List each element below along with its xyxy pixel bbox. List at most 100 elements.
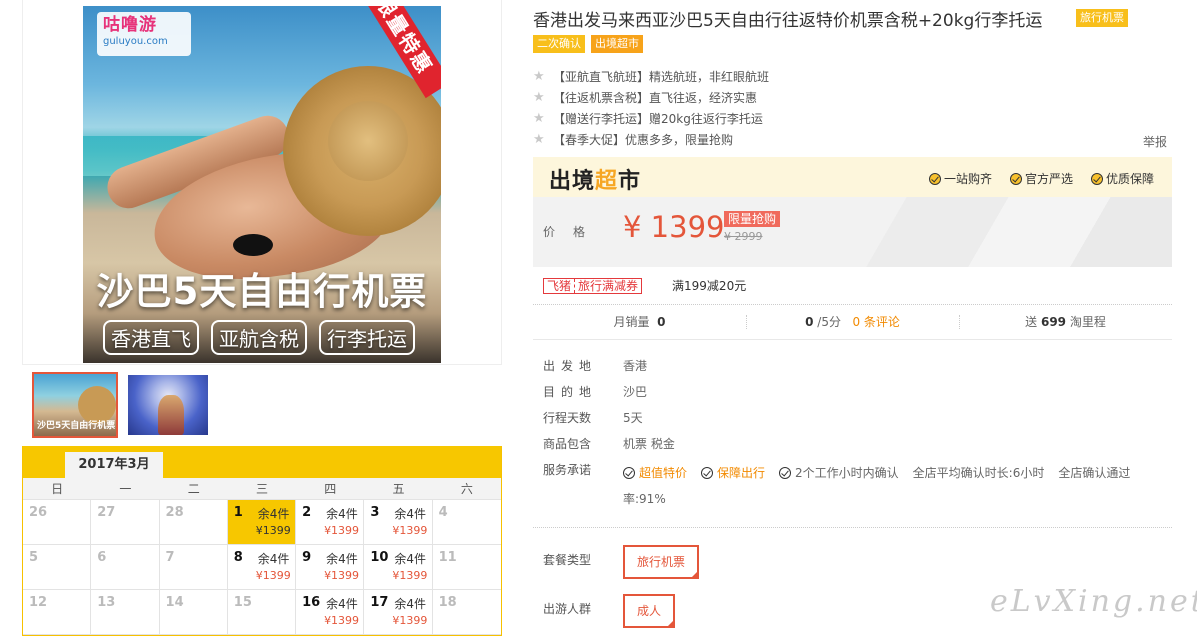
- category-badge: 旅行机票: [1076, 9, 1128, 27]
- day-stock: 余4件: [326, 597, 358, 611]
- star-icon: ★: [533, 69, 545, 84]
- day-stock: 余4件: [394, 507, 426, 521]
- feature-text: 【赠送行李托运】赠20kg往返行李托运: [553, 112, 763, 126]
- thumb-person: [158, 395, 184, 435]
- report-link[interactable]: 举报: [1143, 133, 1167, 150]
- calendar-day: 13: [91, 590, 160, 635]
- original-price: ¥ 2999: [724, 230, 763, 243]
- price-calendar: 2017年3月 日 一 二 三 四 五 六 26 27 28 1 余4件 ¥1399 2 余4…: [22, 446, 502, 636]
- day-price: ¥1399: [324, 524, 360, 537]
- service-text: 全店确认通过: [1058, 466, 1131, 480]
- calendar-day: 28: [159, 500, 228, 545]
- current-price: ¥ 1399: [623, 210, 725, 244]
- divider: [533, 527, 1172, 528]
- day-number: 27: [97, 505, 116, 520]
- calendar-day[interactable]: 17 余4件 ¥1399: [364, 590, 433, 635]
- selected-check-icon: ✓: [667, 608, 673, 616]
- product-title: 香港出发马来西亚沙巴5天自由行往返特价机票含税+20kg行李托运: [533, 11, 1043, 31]
- calendar-day[interactable]: 16 余4件 ¥1399: [296, 590, 365, 635]
- assurance-text: 优质保障: [1105, 172, 1154, 186]
- day-number: 16: [302, 595, 321, 610]
- calendar-day[interactable]: 2 余4件 ¥1399: [296, 500, 365, 545]
- calendar-day[interactable]: 1 余4件 ¥1399: [227, 500, 297, 545]
- info-row: 行程天数 5天: [543, 408, 1130, 434]
- day-number: 4: [438, 505, 448, 520]
- sales-count: 0: [657, 315, 666, 329]
- weekday-label: 六: [460, 482, 473, 496]
- day-stock: 余4件: [394, 597, 426, 611]
- info-value: 5天: [623, 411, 643, 425]
- info-value: 机票 税金: [623, 437, 675, 451]
- day-number: 28: [165, 505, 184, 520]
- coupon-row: 飞猪 旅行满减券 满199减20元: [543, 277, 746, 294]
- assurance-item: 一站购齐: [928, 170, 992, 187]
- stats-bar: 月销量 0 0 /5分 0 条评论 送 699 淘里程: [533, 304, 1172, 340]
- day-price: ¥1399: [392, 524, 428, 537]
- image-tags: 香港直飞 亚航含税 行李托运: [103, 320, 415, 355]
- day-number: 17: [370, 595, 389, 610]
- calendar-day: 27: [91, 500, 160, 545]
- service-item: 全店确认通过: [1058, 463, 1130, 483]
- rating-score: 0: [805, 315, 814, 329]
- feature-list: ★ 【亚航直飞航班】精选航班，非红眼航班 ★ 【往返机票含税】直飞往返，经济实惠 ★…: [533, 66, 769, 150]
- service-list: 超值特价 保障出行 2个工作小时内确认 全店平均确认时长:6小时 全店确认通过: [623, 460, 1130, 486]
- feature-text: 【往返机票含税】直飞往返，经济实惠: [553, 91, 758, 105]
- traveler-option-button[interactable]: 成人 ✓: [623, 594, 675, 628]
- day-stock: 余4件: [394, 552, 426, 566]
- coupon-brand: 飞猪: [547, 278, 572, 293]
- rating: 0 /5分 0 条评论: [746, 305, 959, 339]
- calendar-header: 2017年3月: [23, 446, 501, 478]
- calendar-month-tab[interactable]: 2017年3月: [65, 452, 163, 478]
- feature-item: ★ 【往返机票含税】直飞往返，经济实惠: [533, 87, 769, 108]
- thumbnail-2[interactable]: [128, 375, 208, 435]
- day-price: ¥1399: [255, 569, 291, 582]
- image-tag: 香港直飞: [103, 320, 199, 355]
- image-tag: 行李托运: [319, 320, 415, 355]
- feature-text: 【春季大促】优惠多多，限量抢购: [553, 133, 734, 147]
- day-price: ¥1399: [324, 569, 360, 582]
- calendar-day: 15: [227, 590, 297, 635]
- miles-unit: 淘里程: [1069, 315, 1106, 329]
- calendar-day: 14: [159, 590, 228, 635]
- check-circle-icon: [1090, 172, 1103, 185]
- weekday-label: 日: [51, 482, 64, 496]
- reviews-link[interactable]: 0 条评论: [852, 315, 899, 329]
- assurance-item: 官方严选: [1009, 170, 1073, 187]
- assurance-text: 官方严选: [1024, 172, 1073, 186]
- price-label: 价格: [543, 225, 604, 239]
- service-text-continued: 率:91%: [623, 492, 666, 506]
- service-row: 服务承诺 超值特价 保障出行 2个工作小时内确认 全店平均确认时长:6小时 全店…: [543, 460, 1130, 486]
- thumbnail-1[interactable]: 沙巴5天自由行机票: [32, 372, 118, 438]
- calendar-day: 4: [432, 500, 501, 545]
- star-icon: ★: [533, 132, 545, 147]
- calendar-day[interactable]: 10 余4件 ¥1399: [364, 545, 433, 590]
- star-icon: ★: [533, 111, 545, 126]
- calendar-grid: 26 27 28 1 余4件 ¥1399 2 余4件 ¥1399 3 余4件 ¥1399 4 5 6 7 8 余4…: [23, 500, 501, 635]
- service-item: 保障出行: [701, 463, 765, 483]
- day-number: 8: [233, 550, 243, 565]
- rating-unit: /5分: [817, 315, 841, 329]
- product-main-image[interactable]: 咕噜游 guluyou.com 限量特惠 沙巴5天自由行机票 香港直飞 亚航含税…: [83, 6, 441, 363]
- coupon-tag[interactable]: 飞猪 旅行满减券: [543, 277, 643, 294]
- day-number: 11: [438, 550, 457, 565]
- image-title: 沙巴5天自由行机票: [96, 270, 428, 313]
- day-number: 6: [97, 550, 107, 565]
- info-value: 沙巴: [623, 385, 648, 399]
- check-circle-icon: [779, 467, 792, 479]
- package-option-button[interactable]: 旅行机票 ✓: [623, 545, 699, 579]
- star-icon: ★: [533, 90, 545, 105]
- weekday-label: 四: [324, 482, 337, 496]
- calendar-day[interactable]: 8 余4件 ¥1399: [227, 545, 297, 590]
- calendar-day[interactable]: 9 余4件 ¥1399: [296, 545, 365, 590]
- weekday-label: 一: [119, 482, 132, 496]
- assurance-text: 一站购齐: [943, 172, 992, 186]
- day-stock: 余4件: [257, 552, 290, 566]
- selected-check-icon: ✓: [691, 559, 697, 567]
- watermark: eLvXing.net: [990, 584, 1197, 619]
- info-row: 目的地 沙巴: [543, 382, 1130, 408]
- calendar-day[interactable]: 3 余4件 ¥1399: [364, 500, 433, 545]
- day-number: 7: [165, 550, 175, 565]
- info-key: 行程天数: [543, 411, 592, 425]
- calendar-day: 18: [432, 590, 501, 635]
- brand-logo-text: 咕噜游: [103, 15, 157, 35]
